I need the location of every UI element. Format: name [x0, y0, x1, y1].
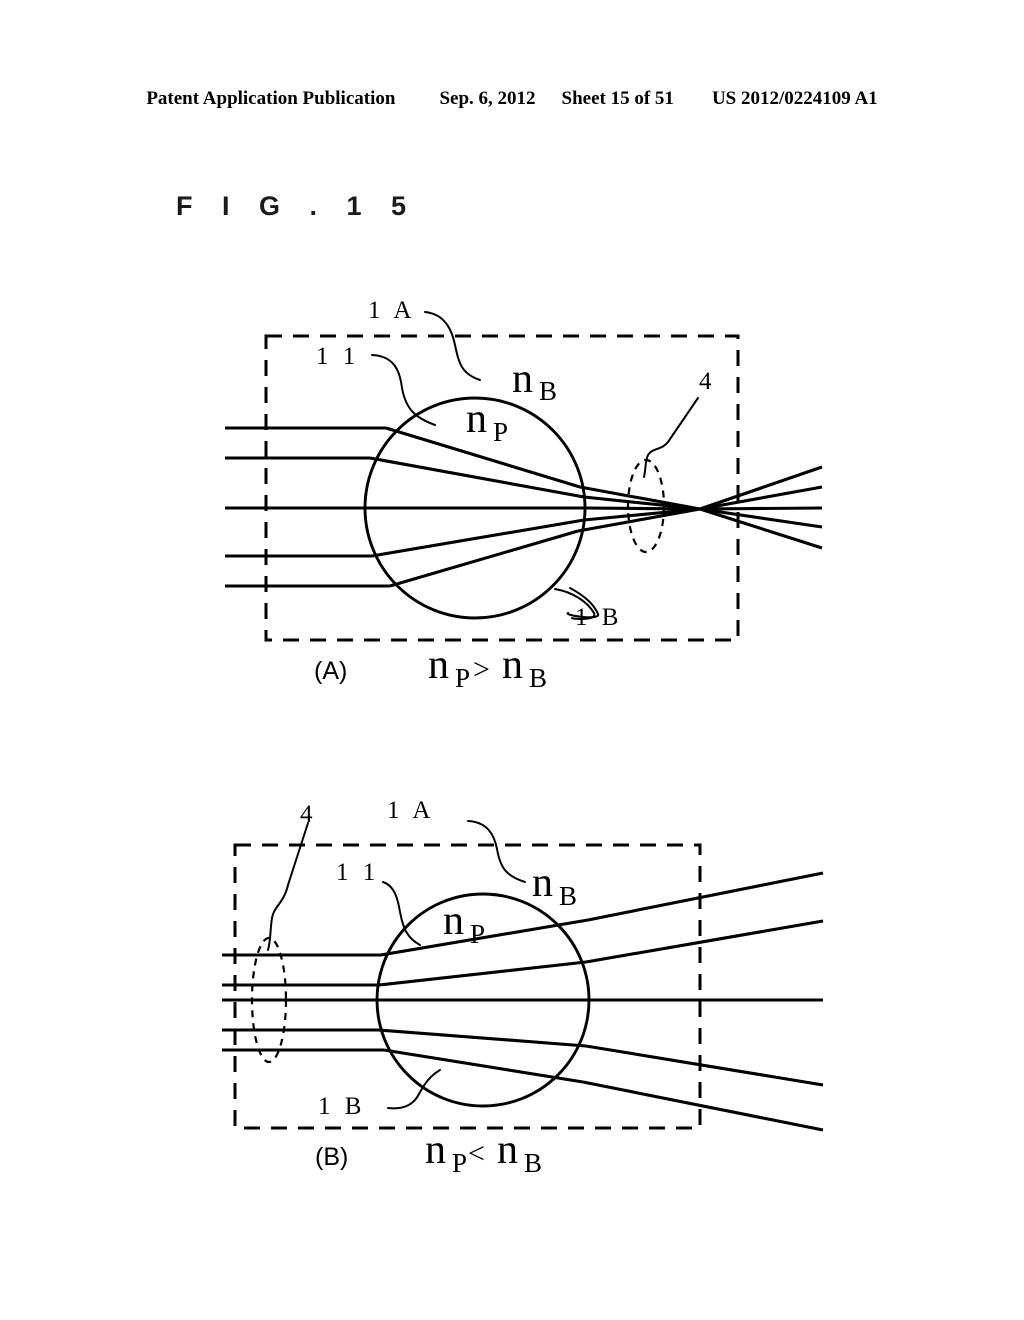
panel-a-leader-4	[643, 397, 699, 478]
panel-a-ray-mid-5	[389, 529, 579, 588]
panel-b-ray-out-2	[585, 919, 824, 964]
panel-a-label-11: 1 1	[316, 343, 359, 370]
panel-b-index-particle: n	[443, 898, 464, 944]
figure-15-drawing: 1 A 1 1 1 B 4 n B n P (A) n P > n B 4 1 …	[222, 297, 824, 1178]
panel-a-relation-sub2: B	[529, 663, 547, 693]
panel-b-leader-1a	[467, 820, 526, 883]
panel-a-ray-conv-3	[584, 506, 701, 511]
panel-a-relation-sub1: P	[455, 663, 470, 693]
panel-a-ray-out-4	[699, 507, 823, 529]
panel-b-label-1a: 1 A	[387, 797, 434, 824]
panel-a-ray-out-3	[699, 506, 823, 511]
panel-a-label-4: 4	[699, 368, 716, 395]
panel-b-relation-n2: n	[497, 1127, 518, 1173]
panel-a-relation-n2: n	[502, 642, 523, 688]
panel-b-ray-out-1	[587, 871, 824, 922]
panel-a-ray-out-2	[699, 485, 823, 511]
panel-a-index-background-sub: B	[539, 376, 557, 406]
panel-b-caption: (B)	[315, 1143, 348, 1171]
panel-a-ray-out-5	[699, 507, 823, 550]
panel-a-group: 1 A 1 1 1 B 4 n B n P (A) n P > n B	[225, 297, 823, 693]
panel-a-medium-boundary	[264, 334, 740, 642]
panel-b-label-11: 1 1	[336, 859, 379, 886]
patent-figure-page: Patent Application Publication Sep. 6, 20…	[0, 0, 1024, 1320]
panel-b-relation-sub1: P	[452, 1148, 467, 1178]
panel-b-group: 4 1 A 1 1 1 B n B n P (B) n P < n B	[222, 797, 824, 1178]
panel-a-ray-out-1	[699, 465, 823, 511]
panel-a-leader-1a	[424, 311, 481, 381]
panel-b-leader-4	[267, 822, 309, 951]
panel-b-ray-out-5	[582, 1080, 824, 1132]
panel-a-index-background: n	[512, 356, 533, 402]
panel-a-caption: (A)	[314, 657, 347, 685]
panel-b-relation-n1: n	[425, 1127, 446, 1173]
panel-a-relation-op: >	[473, 653, 490, 686]
panel-b-label-1b: 1 B	[318, 1093, 365, 1120]
panel-a-index-particle-sub: P	[493, 417, 508, 447]
panel-b-ray-mid-2	[378, 960, 587, 987]
panel-b-leader-11	[382, 881, 421, 946]
panel-b-relation-op: <	[468, 1137, 485, 1170]
panel-b-index-background-sub: B	[559, 881, 577, 911]
panel-a-leader-11	[371, 354, 436, 426]
panel-b-index-background: n	[532, 860, 553, 906]
panel-b-ray-mid-4	[378, 1028, 587, 1048]
panel-a-label-1b: 1 B	[575, 604, 622, 631]
panel-b-label-4: 4	[300, 801, 317, 828]
panel-b-relation-sub2: B	[524, 1148, 542, 1178]
panel-b-ray-mid-5	[383, 1048, 584, 1084]
panel-b-ray-out-4	[585, 1044, 824, 1087]
panel-b-index-particle-sub: P	[470, 919, 485, 949]
panel-a-label-1a: 1 A	[368, 297, 415, 324]
panel-a-relation-n1: n	[428, 642, 449, 688]
panel-b-leader-1b	[387, 1069, 441, 1110]
panel-a-index-particle: n	[466, 396, 487, 442]
